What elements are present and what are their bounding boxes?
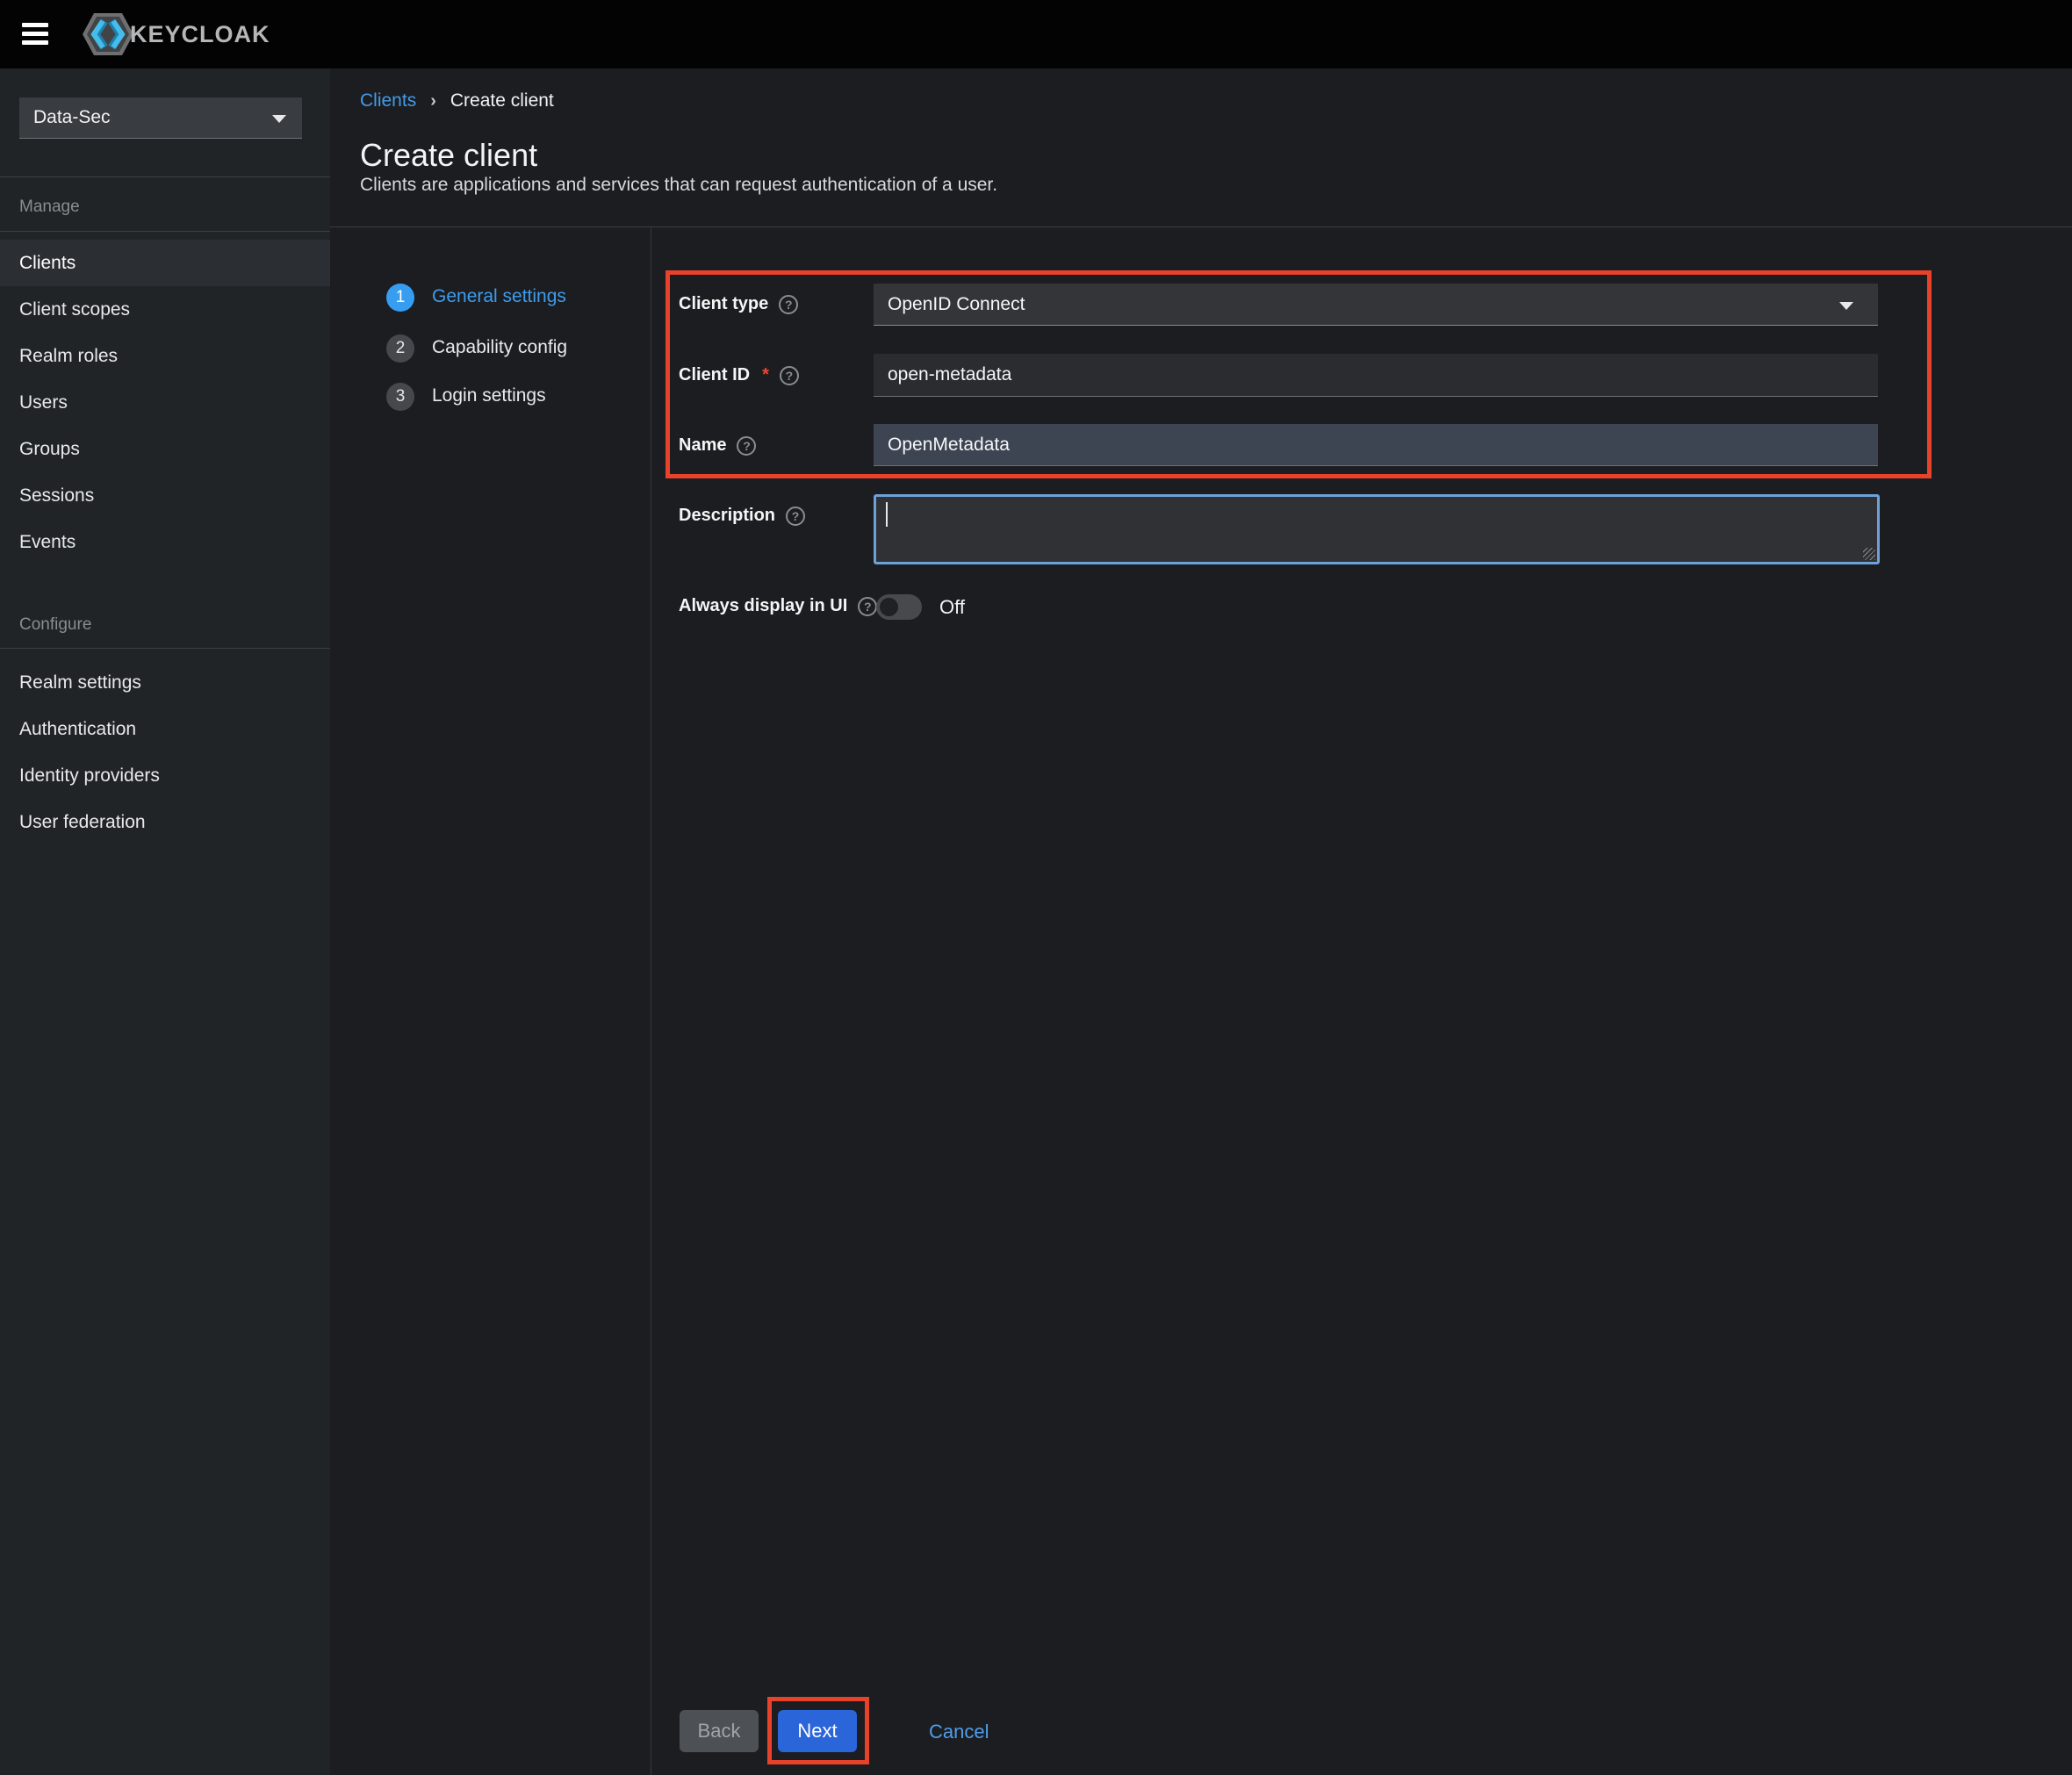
wizard-step-1-circle: 1 [386,284,414,312]
breadcrumb-clients-link[interactable]: Clients [360,90,416,111]
sidebar-item-clients[interactable]: Clients [0,240,330,286]
sidebar: Data-Sec Manage Clients Client scopes Re… [0,68,330,1775]
realm-selector-value: Data-Sec [33,107,111,128]
description-textarea[interactable] [874,494,1880,564]
help-icon[interactable]: ? [779,295,798,314]
sidebar-item-authentication[interactable]: Authentication [0,706,330,752]
name-input[interactable] [874,424,1878,466]
keycloak-admin-console: KEYCLOAK Data-Sec Manage Clients Client … [0,0,2072,1775]
sidebar-item-client-scopes[interactable]: Client scopes [0,286,330,333]
top-bar: KEYCLOAK [0,0,2072,68]
wizard-step-2-circle: 2 [386,334,414,363]
sidebar-item-sessions[interactable]: Sessions [0,472,330,519]
back-button[interactable]: Back [680,1710,759,1752]
help-icon[interactable]: ? [786,507,805,526]
breadcrumb-chevron-icon: › [430,91,436,111]
header-divider [330,226,2072,227]
sidebar-divider [0,176,330,177]
toggle-knob [880,598,898,616]
cancel-link[interactable]: Cancel [929,1721,989,1743]
sidebar-divider [0,648,330,649]
sidebar-section-configure: Configure [19,615,309,635]
always-display-state: Off [939,596,965,619]
brand-text: KEYCLOAK [130,21,270,48]
chevron-down-icon [272,115,286,123]
client-type-label: Client type ? [679,294,798,314]
sidebar-item-events[interactable]: Events [0,519,330,565]
realm-selector[interactable]: Data-Sec [19,97,302,139]
sidebar-divider [0,231,330,232]
client-id-input[interactable] [874,354,1878,397]
help-icon[interactable]: ? [780,366,799,385]
page-subtitle: Clients are applications and services th… [360,175,997,196]
sidebar-section-manage: Manage [19,198,309,217]
sidebar-item-identity-providers[interactable]: Identity providers [0,752,330,799]
page-title: Create client [360,137,537,174]
client-id-label: Client ID * ? [679,365,799,385]
sidebar-item-user-federation[interactable]: User federation [0,799,330,845]
wizard-step-3-label[interactable]: Login settings [432,385,546,406]
chevron-down-icon [1839,302,1853,310]
wizard-step-3-circle: 3 [386,383,414,411]
text-cursor [886,502,888,527]
description-label: Description ? [679,506,805,526]
breadcrumb: Clients › Create client [360,90,554,111]
sidebar-item-realm-settings[interactable]: Realm settings [0,659,330,706]
breadcrumb-current: Create client [450,90,554,111]
client-type-select[interactable]: OpenID Connect [874,284,1878,326]
next-button[interactable]: Next [778,1710,857,1752]
keycloak-logo-icon [81,11,135,58]
resize-grip-icon[interactable] [1863,548,1875,560]
always-display-label: Always display in UI ? [679,596,877,616]
wizard-step-2-label[interactable]: Capability config [432,337,567,358]
name-label: Name ? [679,435,756,456]
always-display-toggle[interactable] [876,594,922,620]
keycloak-logo[interactable]: KEYCLOAK [81,7,270,61]
help-icon[interactable]: ? [737,436,756,456]
wizard-step-1-label[interactable]: General settings [432,286,566,307]
hamburger-menu-icon[interactable] [22,23,48,46]
help-icon[interactable]: ? [858,597,877,616]
sidebar-item-groups[interactable]: Groups [0,426,330,472]
required-asterisk: * [762,365,769,385]
sidebar-item-users[interactable]: Users [0,379,330,426]
sidebar-item-realm-roles[interactable]: Realm roles [0,333,330,379]
